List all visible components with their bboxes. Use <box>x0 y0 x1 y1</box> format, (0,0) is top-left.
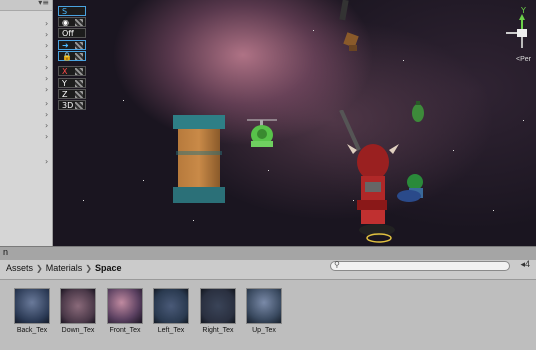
axis-z-button[interactable]: Z <box>58 89 86 99</box>
3d-toggle-button[interactable]: 3D <box>58 100 86 110</box>
project-tab-bar: n <box>0 246 536 260</box>
chevron-right-icon: ❯ <box>85 264 92 273</box>
project-tab[interactable]: n <box>3 247 8 257</box>
breadcrumb-assets[interactable]: Assets <box>6 263 33 273</box>
assets-grid: Back_Tex Down_Tex Front_Tex Left_Tex Rig… <box>0 280 536 350</box>
search-input[interactable]: ⚲ <box>330 260 510 271</box>
foldout-arrow-icon[interactable]: › <box>45 31 48 39</box>
foldout-arrow-icon[interactable]: › <box>45 133 48 141</box>
asset-item[interactable]: Down_Tex <box>58 288 98 334</box>
panel-menu-icon[interactable]: ▾≡ <box>38 0 49 7</box>
eye-icon: ◉ <box>62 18 69 27</box>
knight-character-object[interactable] <box>331 110 441 246</box>
foldout-arrow-icon[interactable]: › <box>45 75 48 83</box>
asset-item[interactable]: Front_Tex <box>105 288 145 334</box>
off-toggle-button[interactable]: Off <box>58 28 86 38</box>
project-toolbar: Assets ❯ Materials ❯ Space ⚲ ◂4 <box>0 259 536 280</box>
orientation-gizmo[interactable]: Y <Per <box>506 0 536 70</box>
search-icon: ⚲ <box>334 260 340 269</box>
texture-thumbnail <box>14 288 50 324</box>
hierarchy-header: ▾≡ <box>0 0 52 11</box>
foldout-arrow-icon[interactable]: › <box>45 111 48 119</box>
foldout-arrow-icon[interactable]: › <box>45 86 48 94</box>
chevron-right-icon: ❯ <box>36 264 43 273</box>
breadcrumb: Assets ❯ Materials ❯ Space <box>6 263 121 273</box>
foldout-arrow-icon[interactable]: › <box>45 42 48 50</box>
visibility-toggle-button[interactable]: ◉ <box>58 17 86 27</box>
pillar-object[interactable] <box>173 115 225 205</box>
axis-y-button[interactable]: Y <box>58 78 86 88</box>
texture-thumbnail <box>200 288 236 324</box>
move-toggle-button[interactable]: ➜ <box>58 40 86 50</box>
foldout-arrow-icon[interactable]: › <box>45 64 48 72</box>
foldout-arrow-icon[interactable]: › <box>45 53 48 61</box>
arrow-icon: ➜ <box>62 41 69 50</box>
foldout-arrow-icon[interactable]: › <box>45 158 48 166</box>
hierarchy-panel: ▾≡ › › › › › › › › › › › › <box>0 0 53 246</box>
foldout-arrow-icon[interactable]: › <box>45 20 48 28</box>
texture-thumbnail <box>246 288 282 324</box>
lock-icon[interactable]: ◂4 <box>520 259 530 270</box>
texture-thumbnail <box>60 288 96 324</box>
breadcrumb-materials[interactable]: Materials <box>46 263 83 273</box>
lock-icon: 🔒 <box>62 52 72 61</box>
axis-x-button[interactable]: X <box>58 66 86 76</box>
axis-gizmo-icon <box>506 14 527 48</box>
asset-item[interactable]: Left_Tex <box>151 288 191 334</box>
breadcrumb-space[interactable]: Space <box>95 263 122 273</box>
texture-thumbnail <box>107 288 143 324</box>
crate-object[interactable] <box>341 30 363 54</box>
asset-item[interactable]: Back_Tex <box>12 288 52 334</box>
scene-view[interactable]: S ◉ Off ➜ 🔒 X Y Z 3D Y <Per <box>53 0 536 246</box>
green-robot-object[interactable] <box>243 115 283 155</box>
lock-toggle-button[interactable]: 🔒 <box>58 51 86 61</box>
asset-item[interactable]: Right_Tex <box>198 288 238 334</box>
foldout-arrow-icon[interactable]: › <box>45 100 48 108</box>
scene-toggle-s-button[interactable]: S <box>58 6 86 16</box>
foldout-arrow-icon[interactable]: › <box>45 122 48 130</box>
texture-thumbnail <box>153 288 189 324</box>
asset-item[interactable]: Up_Tex <box>244 288 284 334</box>
